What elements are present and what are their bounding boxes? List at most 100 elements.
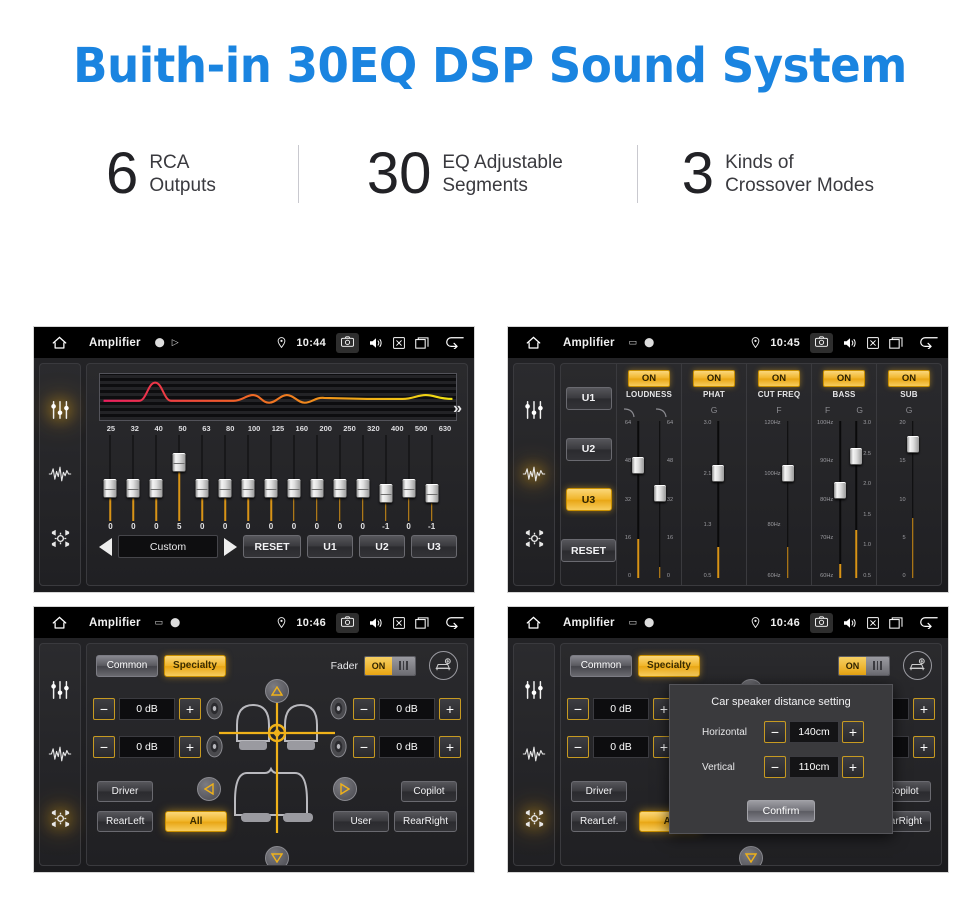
eq-slider-knob[interactable] xyxy=(241,479,255,498)
preset-u1-button[interactable]: U1 xyxy=(565,386,612,410)
eq-slider-knob[interactable] xyxy=(218,479,232,498)
eq-slider-track[interactable] xyxy=(333,435,347,521)
close-icon[interactable] xyxy=(393,336,405,349)
horizontal-decrease-button[interactable]: − xyxy=(764,721,786,743)
balance-icon[interactable] xyxy=(521,806,547,832)
seat-copilot-button[interactable]: Copilot xyxy=(401,781,457,802)
seat-rearright-button[interactable]: RearRight xyxy=(393,811,457,832)
nudge-left-button[interactable] xyxy=(197,777,221,801)
eq-slider[interactable]: -1 xyxy=(374,435,397,531)
horizontal-increase-button[interactable]: + xyxy=(842,721,864,743)
seat-driver-button[interactable]: Driver xyxy=(571,781,627,802)
seat-map[interactable] xyxy=(217,691,337,841)
section-on-button[interactable]: ON xyxy=(628,370,670,387)
section-on-button[interactable]: ON xyxy=(758,370,800,387)
fader-track[interactable] xyxy=(653,419,666,580)
eq-slider-knob[interactable] xyxy=(195,479,209,498)
decrease-button[interactable]: − xyxy=(353,698,375,720)
fader-knob[interactable] xyxy=(781,465,794,482)
waveform-icon[interactable] xyxy=(47,461,73,487)
eq-slider[interactable]: -1 xyxy=(420,435,443,531)
close-icon[interactable] xyxy=(867,616,879,629)
eq-slider-track[interactable] xyxy=(402,435,416,521)
eq-slider-track[interactable] xyxy=(172,435,186,521)
eq-slider[interactable]: 0 xyxy=(99,435,122,531)
seat-rearleft-button[interactable]: RearLeft xyxy=(97,811,154,832)
eq-slider-knob[interactable] xyxy=(310,479,324,498)
eq-slider-track[interactable] xyxy=(287,435,301,521)
increase-button[interactable]: + xyxy=(439,736,461,758)
preset-u1-button[interactable]: U1 xyxy=(307,535,353,558)
eq-slider[interactable]: 0 xyxy=(351,435,374,531)
eq-slider-track[interactable] xyxy=(379,435,393,521)
nudge-down-button[interactable] xyxy=(739,846,763,865)
fader-knob[interactable] xyxy=(632,457,645,474)
car-settings-icon[interactable] xyxy=(429,651,458,680)
tab-specialty[interactable]: Specialty xyxy=(164,654,226,677)
volume-icon[interactable] xyxy=(843,617,857,629)
nudge-up-button[interactable] xyxy=(265,679,289,703)
fader-knob[interactable] xyxy=(712,465,725,482)
eq-slider-track[interactable] xyxy=(218,435,232,521)
equalizer-icon[interactable] xyxy=(47,397,73,423)
eq-slider-knob[interactable] xyxy=(425,484,439,504)
nudge-down-button[interactable] xyxy=(265,846,289,865)
back-icon[interactable] xyxy=(445,336,464,349)
balance-icon[interactable] xyxy=(521,526,547,552)
close-icon[interactable] xyxy=(867,336,879,349)
seat-rearleft-button[interactable]: RearLef. xyxy=(571,811,628,832)
reset-button[interactable]: RESET xyxy=(561,539,617,563)
close-icon[interactable] xyxy=(393,616,405,629)
eq-slider-knob[interactable] xyxy=(126,479,140,498)
balance-icon[interactable] xyxy=(47,806,73,832)
preset-next-button[interactable] xyxy=(224,537,237,556)
chevron-right-icon[interactable]: » xyxy=(453,400,462,418)
waveform-icon[interactable] xyxy=(47,741,73,767)
recent-apps-icon[interactable] xyxy=(889,336,903,349)
tab-specialty[interactable]: Specialty xyxy=(638,654,700,677)
section-on-button[interactable]: ON xyxy=(888,370,930,387)
eq-slider[interactable]: 0 xyxy=(214,435,237,531)
fader-track[interactable] xyxy=(834,419,847,580)
eq-slider-track[interactable] xyxy=(126,435,140,521)
fader-knob[interactable] xyxy=(834,482,847,499)
equalizer-icon[interactable] xyxy=(521,397,547,423)
vertical-decrease-button[interactable]: − xyxy=(764,756,786,778)
waveform-icon[interactable] xyxy=(521,741,547,767)
camera-icon[interactable] xyxy=(336,332,359,353)
fader-track[interactable] xyxy=(850,419,863,580)
home-icon[interactable] xyxy=(518,616,548,630)
eq-slider[interactable]: 0 xyxy=(260,435,283,531)
preset-u3-button[interactable]: U3 xyxy=(411,535,457,558)
decrease-button[interactable]: − xyxy=(567,736,589,758)
decrease-button[interactable]: − xyxy=(93,698,115,720)
eq-slider-track[interactable] xyxy=(356,435,370,521)
eq-slider-track[interactable] xyxy=(149,435,163,521)
home-icon[interactable] xyxy=(518,336,548,350)
fader-track[interactable] xyxy=(712,419,725,580)
decrease-button[interactable]: − xyxy=(353,736,375,758)
eq-slider-track[interactable] xyxy=(425,435,439,521)
fader-knob[interactable] xyxy=(850,448,863,465)
increase-button[interactable]: + xyxy=(913,736,935,758)
eq-slider-knob[interactable] xyxy=(333,479,347,498)
decrease-button[interactable]: − xyxy=(567,698,589,720)
eq-slider-track[interactable] xyxy=(264,435,278,521)
eq-slider-track[interactable] xyxy=(241,435,255,521)
recent-apps-icon[interactable] xyxy=(415,616,429,629)
fader-track[interactable] xyxy=(781,419,794,580)
nudge-right-button[interactable] xyxy=(333,777,357,801)
eq-slider-knob[interactable] xyxy=(264,479,278,498)
car-settings-icon[interactable] xyxy=(903,651,932,680)
increase-button[interactable]: + xyxy=(439,698,461,720)
section-on-button[interactable]: ON xyxy=(823,370,865,387)
volume-icon[interactable] xyxy=(369,337,383,349)
back-icon[interactable] xyxy=(445,616,464,629)
eq-slider-knob[interactable] xyxy=(287,479,301,498)
eq-slider-track[interactable] xyxy=(195,435,209,521)
recent-apps-icon[interactable] xyxy=(415,336,429,349)
eq-slider[interactable]: 0 xyxy=(283,435,306,531)
increase-button[interactable]: + xyxy=(179,736,201,758)
increase-button[interactable]: + xyxy=(179,698,201,720)
fader-track[interactable] xyxy=(632,419,645,580)
